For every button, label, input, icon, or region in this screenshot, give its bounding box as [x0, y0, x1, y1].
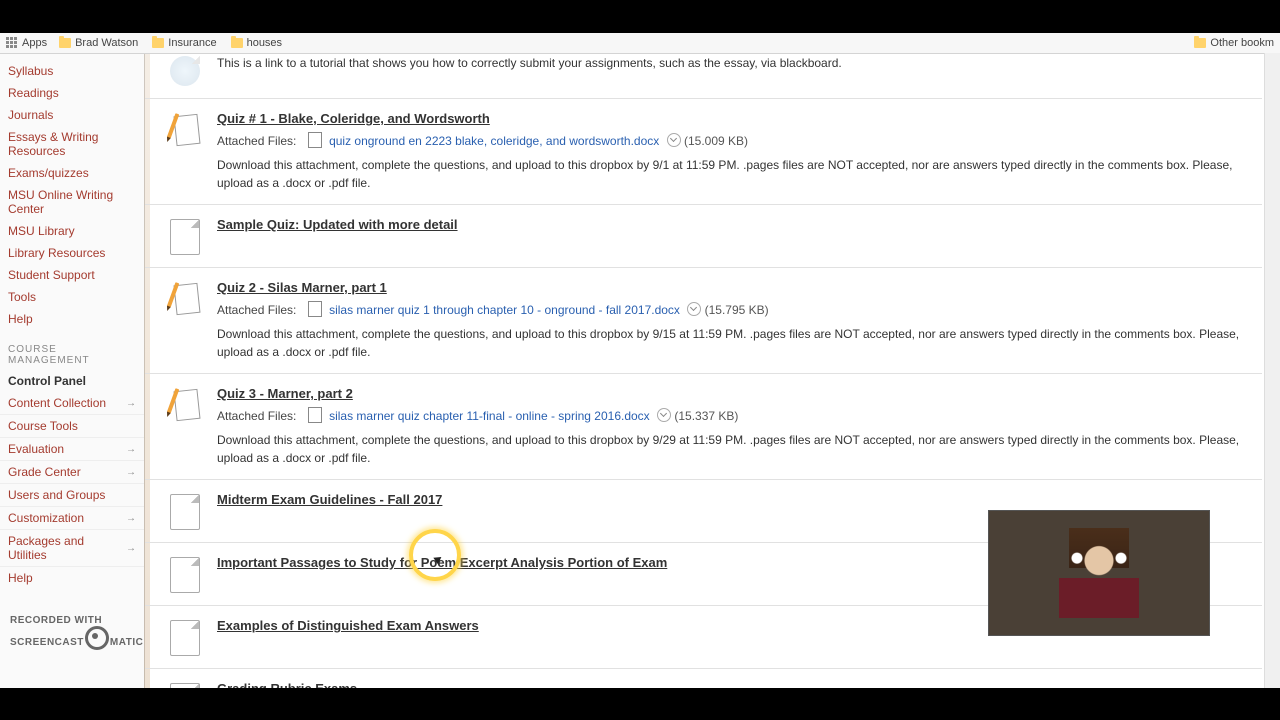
- assignment-icon: [169, 282, 201, 314]
- nav-essays[interactable]: Essays & Writing Resources: [0, 126, 144, 162]
- item-tutorial: This is a link to a tutorial that shows …: [145, 54, 1262, 99]
- chevron-right-icon: →: [126, 398, 136, 409]
- nav-exams[interactable]: Exams/quizzes: [0, 162, 144, 184]
- bookmarks-bar: Apps Brad Watson Insurance houses Other …: [0, 33, 1280, 54]
- chevron-right-icon: →: [126, 444, 136, 455]
- cm-users-groups[interactable]: Users and Groups: [0, 483, 144, 506]
- examples-title[interactable]: Examples of Distinguished Exam Answers: [217, 618, 479, 633]
- folder-icon: [231, 38, 243, 48]
- bookmark-houses[interactable]: houses: [231, 37, 282, 49]
- document-icon: [170, 620, 200, 656]
- sample-quiz-title[interactable]: Sample Quiz: Updated with more detail: [217, 217, 458, 232]
- quiz-1-title[interactable]: Quiz # 1 - Blake, Coleridge, and Wordswo…: [217, 111, 490, 126]
- midterm-title[interactable]: Midterm Exam Guidelines - Fall 2017: [217, 492, 442, 507]
- attached-label: Attached Files:: [217, 303, 296, 317]
- cm-help[interactable]: Help: [0, 566, 144, 589]
- nav-readings[interactable]: Readings: [0, 82, 144, 104]
- download-icon[interactable]: [687, 302, 701, 316]
- item-quiz-2: Quiz 2 - Silas Marner, part 1 Attached F…: [145, 268, 1262, 374]
- scrollbar[interactable]: [1264, 53, 1280, 688]
- cm-customization[interactable]: Customization→: [0, 506, 144, 529]
- file-icon: [308, 132, 322, 148]
- nav-journals[interactable]: Journals: [0, 104, 144, 126]
- nav-writing-center[interactable]: MSU Online Writing Center: [0, 184, 144, 220]
- item-quiz-3: Quiz 3 - Marner, part 2 Attached Files: …: [145, 374, 1262, 480]
- control-panel-label: Control Panel: [0, 370, 144, 392]
- document-icon: [170, 494, 200, 530]
- document-icon: [170, 557, 200, 593]
- chevron-right-icon: →: [126, 467, 136, 478]
- assignment-icon: [169, 388, 201, 420]
- attached-label: Attached Files:: [217, 134, 296, 148]
- apps-label: Apps: [22, 37, 47, 49]
- cm-content-collection[interactable]: Content Collection→: [0, 392, 144, 414]
- nav-help[interactable]: Help: [0, 308, 144, 330]
- quiz-2-title[interactable]: Quiz 2 - Silas Marner, part 1: [217, 280, 387, 295]
- apps-button[interactable]: Apps: [6, 37, 47, 49]
- quiz-2-desc: Download this attachment, complete the q…: [217, 325, 1262, 361]
- folder-icon: [1194, 38, 1206, 48]
- item-sample-quiz: Sample Quiz: Updated with more detail: [145, 205, 1262, 268]
- quiz-2-file[interactable]: silas marner quiz 1 through chapter 10 -…: [329, 303, 680, 317]
- other-bookmarks[interactable]: Other bookm: [1194, 37, 1274, 49]
- tutorial-desc: This is a link to a tutorial that shows …: [217, 54, 1262, 72]
- folder-icon: [59, 38, 71, 48]
- nav-library-resources[interactable]: Library Resources: [0, 242, 144, 264]
- document-icon: [170, 219, 200, 255]
- download-icon[interactable]: [667, 133, 681, 147]
- quiz-2-size: (15.795 KB): [705, 303, 769, 317]
- course-sidebar: Syllabus Readings Journals Essays & Writ…: [0, 54, 145, 688]
- bookmark-insurance[interactable]: Insurance: [152, 37, 216, 49]
- download-icon[interactable]: [657, 408, 671, 422]
- folder-icon: [152, 38, 164, 48]
- file-icon: [308, 301, 322, 317]
- quiz-3-file[interactable]: silas marner quiz chapter 11-final - onl…: [329, 409, 650, 423]
- nav-syllabus[interactable]: Syllabus: [0, 60, 144, 82]
- screencast-watermark: RECORDED WITH SCREENCASTMATIC: [10, 615, 143, 650]
- cm-course-tools[interactable]: Course Tools: [0, 414, 144, 437]
- course-management-header: COURSE MANAGEMENT: [0, 330, 144, 370]
- document-icon: [170, 56, 200, 86]
- quiz-1-size: (15.009 KB): [684, 134, 748, 148]
- attached-label: Attached Files:: [217, 409, 296, 423]
- circle-icon: [85, 626, 109, 650]
- cm-packages[interactable]: Packages and Utilities→: [0, 529, 144, 566]
- nav-student-support[interactable]: Student Support: [0, 264, 144, 286]
- rubric-title[interactable]: Grading Rubric Exams: [217, 681, 357, 688]
- cm-grade-center[interactable]: Grade Center→: [0, 460, 144, 483]
- quiz-3-size: (15.337 KB): [674, 409, 738, 423]
- webcam-overlay: [988, 510, 1210, 636]
- chevron-right-icon: →: [126, 513, 136, 524]
- quiz-1-desc: Download this attachment, complete the q…: [217, 156, 1262, 192]
- apps-grid-icon: [6, 37, 18, 49]
- item-quiz-1: Quiz # 1 - Blake, Coleridge, and Wordswo…: [145, 99, 1262, 205]
- chevron-right-icon: →: [126, 543, 136, 554]
- quiz-1-file[interactable]: quiz onground en 2223 blake, coleridge, …: [329, 134, 659, 148]
- cm-evaluation[interactable]: Evaluation→: [0, 437, 144, 460]
- nav-msu-library[interactable]: MSU Library: [0, 220, 144, 242]
- passages-title[interactable]: Important Passages to Study for Poem/Exc…: [217, 555, 667, 570]
- quiz-3-desc: Download this attachment, complete the q…: [217, 431, 1262, 467]
- assignment-icon: [169, 113, 201, 145]
- file-icon: [308, 407, 322, 423]
- nav-tools[interactable]: Tools: [0, 286, 144, 308]
- quiz-3-title[interactable]: Quiz 3 - Marner, part 2: [217, 386, 353, 401]
- item-rubric: Grading Rubric Exams: [145, 669, 1262, 688]
- bookmark-brad-watson[interactable]: Brad Watson: [59, 37, 138, 49]
